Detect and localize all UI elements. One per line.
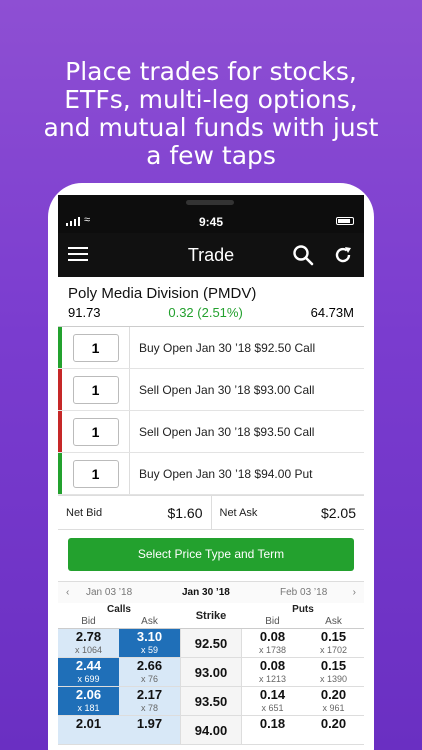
promo-headline: Place trades for stocks, ETFs, multi-leg… xyxy=(0,58,422,170)
strike-header: Strike xyxy=(195,610,227,622)
headline-line: ETFs, multi-leg options, xyxy=(64,85,358,114)
quantity-field[interactable]: 1 xyxy=(72,417,119,446)
put-bid-cell[interactable]: 0.08 x 1738 xyxy=(242,629,303,657)
leg-description: Buy Open Jan 30 ’18 $92.50 Call xyxy=(139,340,316,355)
strike-price: 93.00 xyxy=(180,658,242,686)
net-ask-value: $2.05 xyxy=(320,504,356,521)
headline-line: and mutual funds with just xyxy=(43,113,379,142)
leg-description: Sell Open Jan 30 ’18 $93.00 Call xyxy=(139,382,315,397)
expiry-next[interactable]: Feb 03 ’18 xyxy=(280,587,327,598)
search-icon[interactable] xyxy=(292,244,314,266)
nav-bar: Trade xyxy=(58,233,364,277)
option-chain: 2.78 x 1064 3.10 x 59 92.50 0.08 x 1738 0.1… xyxy=(58,629,364,745)
select-price-type-button[interactable]: Select Price Type and Term xyxy=(68,538,354,571)
price-change: 0.32 (2.51%) xyxy=(168,305,243,320)
call-bid-cell[interactable]: 2.06 x 181 xyxy=(58,687,119,715)
chain-row: 2.06 x 181 2.17 x 78 93.50 0.14 x 651 0.20 x… xyxy=(58,687,364,716)
puts-bid-header: Bid xyxy=(265,616,280,627)
call-ask-cell[interactable]: 2.17 x 78 xyxy=(119,687,180,715)
call-ask-cell[interactable]: 2.66 x 76 xyxy=(119,658,180,686)
chain-row: 2.44 x 699 2.66 x 76 93.00 0.08 x 1213 0.15… xyxy=(58,658,364,687)
page-title: Trade xyxy=(187,244,235,265)
security-name: Poly Media Division (PMDV) xyxy=(68,285,257,302)
chevron-left-icon[interactable]: ‹ xyxy=(66,587,69,598)
expiry-prev[interactable]: Jan 03 ’18 xyxy=(86,587,132,598)
headline-line: a few taps xyxy=(146,141,276,170)
leg-description: Buy Open Jan 30 ’18 $94.00 Put xyxy=(139,466,313,481)
call-ask-cell[interactable]: 3.10 x 59 xyxy=(119,629,180,657)
quantity-field[interactable]: 1 xyxy=(72,459,119,488)
net-bid: Net Bid $1.60 xyxy=(58,496,212,529)
order-legs: 1 Buy Open Jan 30 ’18 $92.50 Call 1 Sell… xyxy=(58,327,364,496)
put-bid-cell[interactable]: 0.14 x 651 xyxy=(242,687,303,715)
chain-row: 2.78 x 1064 3.10 x 59 92.50 0.08 x 1738 0.1… xyxy=(58,629,364,658)
calls-header: Calls xyxy=(107,604,131,615)
order-leg[interactable]: 1 Sell Open Jan 30 ’18 $93.00 Call xyxy=(58,369,364,411)
call-bid-cell[interactable]: 2.01 xyxy=(58,716,119,744)
volume: 64.73M xyxy=(310,305,354,320)
quote-panel: Poly Media Division (PMDV) 91.73 0.32 (2… xyxy=(58,277,364,327)
quantity-field[interactable]: 1 xyxy=(72,375,119,404)
order-leg[interactable]: 1 Sell Open Jan 30 ’18 $93.50 Call xyxy=(58,411,364,453)
headline-line: Place trades for stocks, xyxy=(65,57,357,86)
order-leg[interactable]: 1 Buy Open Jan 30 ’18 $94.00 Put xyxy=(58,453,364,495)
puts-header: Puts xyxy=(292,604,314,615)
expiry-current[interactable]: Jan 30 ’18 xyxy=(182,587,230,598)
strike-price: 93.50 xyxy=(180,687,242,715)
call-bid-cell[interactable]: 2.44 x 699 xyxy=(58,658,119,686)
chain-row: 2.01 1.97 94.00 0.18 0.20 xyxy=(58,716,364,745)
expiration-selector: ‹ Jan 03 ’18 Jan 30 ’18 Feb 03 ’18 › xyxy=(58,581,364,603)
net-ask-label: Net Ask xyxy=(219,506,258,519)
phone-screen: ≈ 9:45 Trade Poly Media Division (PMDV) … xyxy=(58,195,364,750)
net-bid-value: $1.60 xyxy=(167,504,203,521)
menu-icon[interactable] xyxy=(68,247,88,261)
put-bid-cell[interactable]: 0.18 xyxy=(242,716,303,744)
status-bar: ≈ 9:45 xyxy=(58,195,364,233)
order-leg[interactable]: 1 Buy Open Jan 30 ’18 $92.50 Call xyxy=(58,327,364,369)
put-bid-cell[interactable]: 0.08 x 1213 xyxy=(242,658,303,686)
net-prices: Net Bid $1.60 Net Ask $2.05 xyxy=(58,496,364,530)
battery-icon xyxy=(336,217,354,225)
strike-price: 94.00 xyxy=(180,716,242,744)
call-bid-cell[interactable]: 2.78 x 1064 xyxy=(58,629,119,657)
put-ask-cell[interactable]: 0.15 x 1702 xyxy=(303,629,364,657)
puts-ask-header: Ask xyxy=(325,616,342,627)
leg-description: Sell Open Jan 30 ’18 $93.50 Call xyxy=(139,424,315,439)
calls-ask-header: Ask xyxy=(141,616,158,627)
put-ask-cell[interactable]: 0.20 xyxy=(303,716,364,744)
put-ask-cell[interactable]: 0.20 x 961 xyxy=(303,687,364,715)
chevron-right-icon[interactable]: › xyxy=(353,587,356,598)
quantity-field[interactable]: 1 xyxy=(72,333,119,362)
net-bid-label: Net Bid xyxy=(66,506,103,519)
net-ask: Net Ask $2.05 xyxy=(212,496,365,529)
strike-price: 92.50 xyxy=(180,629,242,657)
calls-bid-header: Bid xyxy=(81,616,96,627)
refresh-icon[interactable] xyxy=(332,244,354,266)
phone-frame: ≈ 9:45 Trade Poly Media Division (PMDV) … xyxy=(48,183,374,750)
speaker-notch xyxy=(186,200,234,205)
option-chain-header: Calls Bid Ask Strike Puts Bid Ask xyxy=(58,603,364,629)
call-ask-cell[interactable]: 1.97 xyxy=(119,716,180,744)
last-price: 91.73 xyxy=(68,305,101,320)
status-time: 9:45 xyxy=(198,215,224,229)
put-ask-cell[interactable]: 0.15 x 1390 xyxy=(303,658,364,686)
